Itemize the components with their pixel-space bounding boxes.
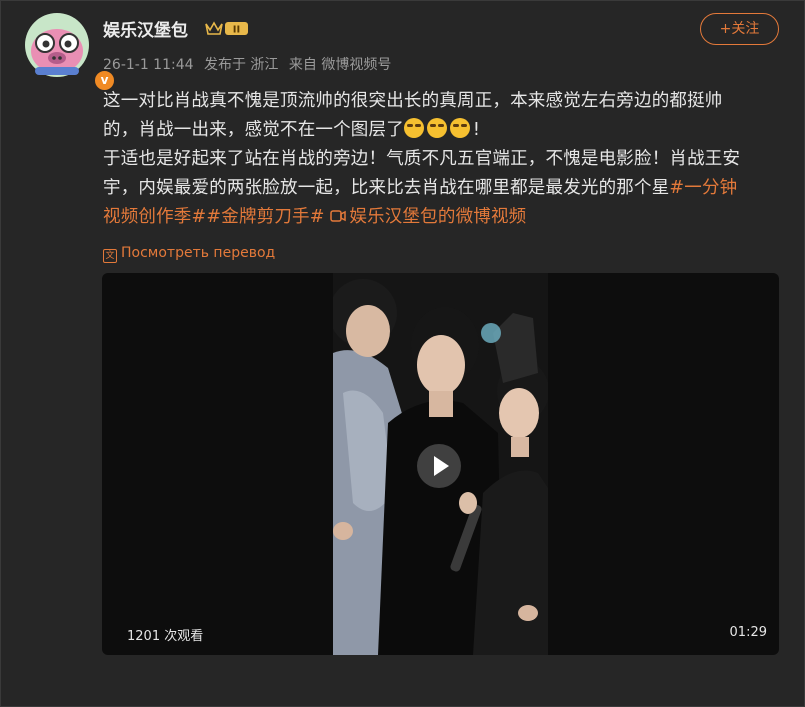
post-text-line-3: 于适也是好起来了站在肖战的旁边！气质不凡五官端正，不愧是电影脸！肖战王安 (103, 149, 741, 169)
member-level-badge-icon[interactable]: II (204, 19, 249, 37)
username[interactable]: 娱乐汉堡包 (103, 16, 188, 41)
post-source[interactable]: 来自 微博视频号 (289, 57, 391, 73)
translate-label: Посмотреть перевод (121, 245, 276, 261)
translate-icon: 文 (103, 249, 117, 263)
post-meta: 26-1-1 11:44 发布于 浙江 来自 微博视频号 (103, 54, 397, 74)
hashtag-link[interactable]: #金牌剪刀手# (206, 207, 324, 227)
user-avatar[interactable]: v (25, 13, 116, 92)
view-count: 1201 次观看 (127, 629, 204, 644)
hashtag-link[interactable]: #一分钟 (669, 178, 737, 198)
follow-button[interactable]: +关注 (700, 13, 779, 45)
video-link-label: 娱乐汉堡包的微博视频 (349, 207, 527, 227)
post-text-line-4: 宇，内娱最爱的两张脸放一起，比来比去肖战在哪里都是最发光的那个星#一分钟 (103, 174, 783, 203)
post-text-line-2-end: ! (472, 120, 481, 140)
translate-link[interactable]: 文 Посмотреть перевод (103, 245, 275, 263)
hashtag-link[interactable]: 视频创作季# (103, 207, 206, 227)
play-icon[interactable] (417, 444, 461, 488)
crying-face-icon (403, 118, 424, 138)
video-link[interactable]: 娱乐汉堡包的微博视频 (330, 207, 526, 227)
post-text-line-2-body: 的，肖战一出来，感觉不在一个图层了 (103, 120, 404, 140)
post-timestamp[interactable]: 26-1-1 11:44 (103, 57, 194, 73)
post-text-line-1: 这一对比肖战真不愧是顶流帅的很突出长的真周正，本来感觉左右旁边的都挺帅 (103, 91, 723, 111)
weibo-post-card: v 娱乐汉堡包 II 26-1-1 11:44 发布于 浙江 来自 微博视频号 … (0, 0, 805, 707)
video-duration: 01:29 (729, 625, 767, 640)
post-text-line-5: 视频创作季##金牌剪刀手# 娱乐汉堡包的微博视频 (103, 203, 783, 232)
post-location: 发布于 浙江 (203, 57, 279, 73)
video-player[interactable]: 1201 次观看 01:29 (102, 273, 779, 655)
pig-avatar-icon (25, 13, 89, 77)
post-text-line-4-body: 宇，内娱最爱的两张脸放一起，比来比去肖战在哪里都是最发光的那个星 (103, 178, 670, 198)
crying-face-icon (449, 118, 470, 138)
crying-face-icon (426, 118, 447, 138)
level-badge-text: II (233, 25, 240, 36)
post-text-line-2: 的，肖战一出来，感觉不在一个图层了! (103, 116, 783, 145)
video-camera-icon (330, 210, 347, 222)
post-text: 这一对比肖战真不愧是顶流帅的很突出长的真周正，本来感觉左右旁边的都挺帅 的，肖战… (103, 87, 783, 232)
